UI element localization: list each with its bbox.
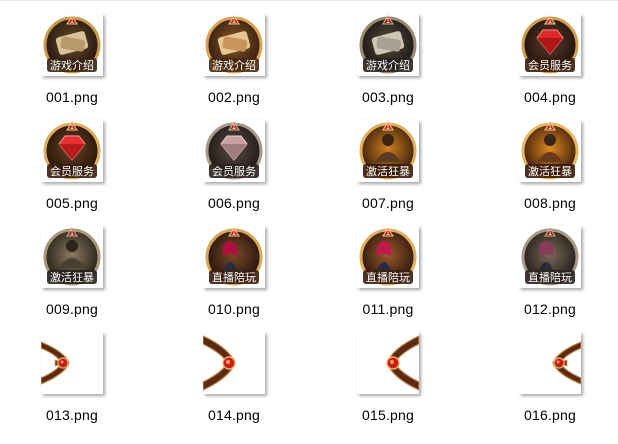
- badge-label: 激活狂暴: [366, 164, 410, 178]
- badge-label: 会员服务: [212, 165, 256, 178]
- thumbnail[interactable]: 1 会员服务: [519, 14, 581, 76]
- thumbnail[interactable]: 1 游戏介绍: [357, 14, 419, 76]
- badge-label: 游戏介绍: [50, 58, 94, 72]
- thumbnail[interactable]: 1 激活狂暴: [357, 120, 419, 182]
- svg-text:1: 1: [70, 123, 74, 131]
- file-name[interactable]: 005.png: [10, 195, 134, 211]
- file-name[interactable]: 009.png: [10, 301, 134, 317]
- badge-label: 激活狂暴: [528, 164, 572, 178]
- svg-text:1: 1: [386, 229, 390, 237]
- gem-icon: 1 会员服务: [205, 121, 263, 180]
- file-name[interactable]: 016.png: [488, 407, 612, 423]
- frame-corner-right-icon: [552, 341, 581, 385]
- svg-text:1: 1: [548, 123, 552, 131]
- file-item[interactable]: 1 激活狂暴 007.png: [326, 120, 450, 220]
- svg-text:1: 1: [548, 229, 552, 237]
- file-item[interactable]: 1 激活狂暴 009.png: [10, 226, 134, 326]
- file-item[interactable]: 1 会员服务 006.png: [172, 120, 296, 220]
- file-name[interactable]: 004.png: [488, 89, 612, 105]
- thumbnail[interactable]: [519, 332, 581, 394]
- file-name[interactable]: 015.png: [326, 407, 450, 423]
- file-item[interactable]: 1 游戏介绍 001.png: [10, 14, 134, 114]
- file-item[interactable]: 1 游戏介绍 002.png: [172, 14, 296, 114]
- thumbnail[interactable]: [357, 332, 419, 394]
- thumbnail[interactable]: 1 直播陪玩: [357, 226, 419, 288]
- streamer-girl-icon: 1 直播陪玩: [359, 227, 417, 286]
- badge-label: 会员服务: [50, 165, 94, 178]
- thumbnail[interactable]: 1 直播陪玩: [519, 226, 581, 288]
- gem-icon: 1 会员服务: [43, 121, 101, 180]
- thumbnail[interactable]: [203, 332, 265, 394]
- svg-text:1: 1: [232, 17, 236, 25]
- file-item[interactable]: 1 直播陪玩 011.png: [326, 226, 450, 326]
- thumbnail[interactable]: 1 直播陪玩: [203, 226, 265, 288]
- file-item[interactable]: 1 直播陪玩 010.png: [172, 226, 296, 326]
- badge-label: 游戏介绍: [212, 58, 256, 72]
- svg-text:1: 1: [70, 17, 74, 25]
- svg-text:1: 1: [386, 123, 390, 131]
- badge-label: 激活狂暴: [50, 270, 94, 284]
- scroll-icon: 1 游戏介绍: [359, 15, 417, 74]
- file-item[interactable]: 1 游戏介绍 003.png: [326, 14, 450, 114]
- badge-label: 直播陪玩: [212, 270, 256, 284]
- file-name[interactable]: 010.png: [172, 301, 296, 317]
- warrior-icon: 1 激活狂暴: [521, 121, 579, 180]
- thumbnail[interactable]: 1 激活狂暴: [41, 226, 103, 288]
- file-grid: 1 游戏介绍 001.png 1 游戏介绍 002.png 1 游戏介绍 003…: [0, 0, 618, 444]
- frame-corner-left-icon: [203, 335, 236, 391]
- svg-text:1: 1: [232, 229, 236, 237]
- file-name[interactable]: 001.png: [10, 89, 134, 105]
- file-item[interactable]: 1 会员服务 005.png: [10, 120, 134, 220]
- file-name[interactable]: 013.png: [10, 407, 134, 423]
- badge-label: 游戏介绍: [366, 58, 410, 72]
- scroll-icon: 1 游戏介绍: [43, 15, 101, 74]
- file-item[interactable]: 014.png: [172, 332, 296, 432]
- file-name[interactable]: 008.png: [488, 195, 612, 211]
- file-item[interactable]: 1 激活狂暴 008.png: [488, 120, 612, 220]
- badge-label: 直播陪玩: [366, 270, 410, 284]
- file-name[interactable]: 014.png: [172, 407, 296, 423]
- frame-corner-left-icon: [41, 341, 70, 385]
- file-name[interactable]: 002.png: [172, 89, 296, 105]
- frame-corner-right-icon: [386, 335, 419, 391]
- badge-label: 直播陪玩: [528, 270, 572, 284]
- thumbnail[interactable]: [41, 332, 103, 394]
- streamer-girl-icon: 1 直播陪玩: [521, 227, 579, 286]
- warrior-icon: 1 激活狂暴: [359, 121, 417, 180]
- file-item[interactable]: 013.png: [10, 332, 134, 432]
- svg-text:1: 1: [70, 229, 74, 237]
- file-name[interactable]: 006.png: [172, 195, 296, 211]
- svg-text:1: 1: [232, 123, 236, 131]
- file-item[interactable]: 1 会员服务 004.png: [488, 14, 612, 114]
- file-name[interactable]: 011.png: [326, 301, 450, 317]
- file-item[interactable]: 1 直播陪玩 012.png: [488, 226, 612, 326]
- thumbnail[interactable]: 1 激活狂暴: [519, 120, 581, 182]
- thumbnail[interactable]: 1 游戏介绍: [203, 14, 265, 76]
- svg-text:1: 1: [548, 17, 552, 25]
- file-name[interactable]: 012.png: [488, 301, 612, 317]
- file-item[interactable]: 016.png: [488, 332, 612, 432]
- scroll-icon: 1 游戏介绍: [205, 15, 263, 74]
- svg-text:1: 1: [386, 17, 390, 25]
- thumbnail[interactable]: 1 会员服务: [41, 120, 103, 182]
- streamer-girl-icon: 1 直播陪玩: [205, 227, 263, 286]
- file-name[interactable]: 003.png: [326, 89, 450, 105]
- file-item[interactable]: 015.png: [326, 332, 450, 432]
- thumbnail[interactable]: 1 游戏介绍: [41, 14, 103, 76]
- thumbnail[interactable]: 1 会员服务: [203, 120, 265, 182]
- badge-label: 会员服务: [528, 59, 572, 72]
- warrior-icon: 1 激活狂暴: [43, 227, 101, 286]
- file-name[interactable]: 007.png: [326, 195, 450, 211]
- gem-icon: 1 会员服务: [521, 15, 579, 74]
